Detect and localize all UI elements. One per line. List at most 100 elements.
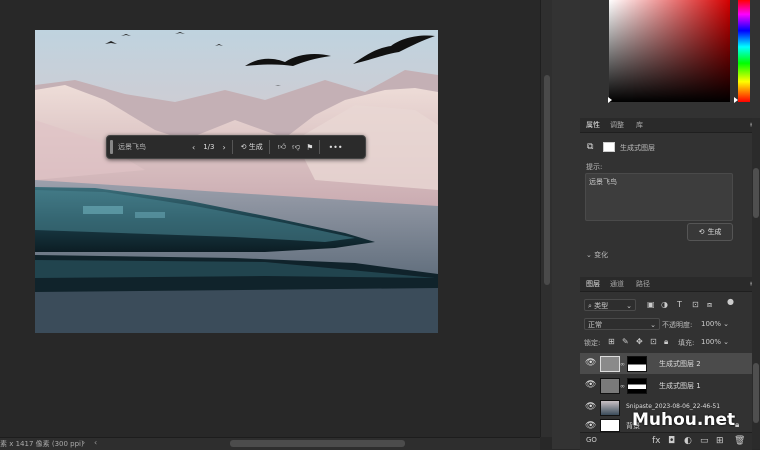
divider [268,140,270,154]
variations-toggle[interactable]: ⌄ 变化 [586,250,608,260]
thumbs-down-icon[interactable]: 👎︎ [292,142,300,152]
tab-channels[interactable]: 通道 [610,279,624,289]
drag-handle[interactable] [110,140,113,154]
add-style-icon[interactable]: fx [652,436,661,446]
tab-layers[interactable]: 图层 [586,279,600,289]
tab-properties[interactable]: 属性 [586,120,600,130]
generate-button[interactable]: ⟲ 生成 [241,142,263,152]
lock-transparent-icon[interactable]: ⊞ [608,337,615,346]
eye-icon[interactable]: 👁︎ [585,402,596,412]
layer-row[interactable]: 👁︎ ∞ 生成式图层 1 [580,375,752,396]
trash-icon[interactable]: 🗑︎ [734,436,745,446]
chevron-down-icon: ⌄ [626,302,632,310]
layer-name: Snipaste_2023-08-06_22-46-51 [626,403,721,410]
layer-thumbnail [600,400,620,416]
panel-dock-strip [552,0,580,449]
generate-icon: ⟲ [240,143,247,151]
chevron-right-icon[interactable]: › [222,143,225,152]
new-group-icon[interactable]: ▭ [700,436,709,446]
blend-mode-select[interactable]: 正常 ⌄ [584,318,660,330]
horizontal-scrollbar-thumb[interactable] [230,440,405,447]
right-panel: 属性 调整 库 ≡ ⧉ 生成式图层 提示: 远景飞鸟 ⟲ 生成 ⌄ 变化 图层 … [580,0,760,450]
link-icon: ∞ [620,383,625,390]
eye-icon[interactable]: 👁︎ [585,358,596,368]
add-mask-icon[interactable]: ◘ [668,436,675,446]
opacity-value: 100% [701,320,722,328]
layer-mask-thumbnail [627,378,647,394]
tab-paths[interactable]: 路径 [636,279,650,289]
layer-row[interactable]: 👁︎ ∞ 生成式图层 2 [580,353,752,374]
tab-adjustments[interactable]: 调整 [610,120,624,130]
prompt-label: 提示: [586,163,603,171]
layer-name: 生成式图层 2 [659,360,701,368]
fill-field[interactable]: 100% ⌄ [698,336,732,348]
search-icon: ⌕ [588,302,592,310]
divider [319,140,321,154]
link-icon: ∞ [620,361,625,368]
adjustment-filter-icon[interactable]: ◑ [661,300,668,309]
eye-icon[interactable]: 👁︎ [585,421,596,431]
more-icon[interactable]: ••• [328,143,342,152]
lock-all-icon[interactable]: 🔒︎ [664,337,668,347]
opacity-field[interactable]: 100% ⌄ [698,318,732,330]
flag-icon[interactable]: ⚑ [306,143,313,152]
panel-scrollbar[interactable] [752,118,760,449]
layer-thumbnail [600,356,620,372]
image-filter-icon[interactable]: ▣ [647,300,655,309]
chevron-down-icon: ⌄ [650,321,656,329]
lock-position-icon[interactable]: ✥ [636,337,643,346]
layer-thumbnail [600,419,620,432]
document-size-info: 素 x 1417 像素 (300 ppi) [0,440,84,448]
lock-label: 锁定: [584,339,601,347]
generate-button-label: 生成 [248,143,263,151]
color-picker-field[interactable] [609,0,730,102]
layer-filter-select[interactable]: ⌕ 类型 ⌄ [584,299,636,311]
fill-label: 填充: [678,339,695,347]
hue-marker-icon [734,97,738,103]
mask-icon [603,142,615,152]
layers-footer: GO fx ◘ ◐ ▭ ⊞ 🗑︎ [580,432,752,450]
chevron-down-icon: ⌄ [723,338,729,346]
lock-artboard-icon[interactable]: ⊡ [650,337,657,346]
chevron-down-icon: ⌄ [723,320,729,328]
chevron-left-icon[interactable]: ‹ [192,143,195,152]
generative-toolbar: 远景飞鸟 ‹ 1/3 › ⟲ 生成 👍︎ 👎︎ ⚑ ••• [106,135,366,159]
eye-icon[interactable]: 👁︎ [585,380,596,390]
generate-icon: ⟲ [698,228,705,236]
layer-name: 生成式图层 1 [659,382,701,390]
lock-pixels-icon[interactable]: ✎ [622,337,629,346]
filter-toggle-icon[interactable]: ● [727,297,734,306]
chevron-right-icon[interactable]: › [82,438,85,447]
layer-type-icon: ⧉ [587,142,594,152]
lock-icon: 🔒︎ [735,420,740,429]
layer-mask-thumbnail [627,356,647,372]
scrollbar-thumb[interactable] [753,363,759,423]
link-layers-icon[interactable]: GO [586,436,597,444]
color-marker-icon [608,97,612,103]
watermark: Muhou.net [632,410,736,430]
shape-filter-icon[interactable]: ⊡ [692,300,699,309]
new-layer-icon[interactable]: ⊞ [716,436,724,446]
filter-type-value: 类型 [594,302,609,310]
blend-mode-value: 正常 [588,321,602,329]
document-image[interactable] [35,30,438,333]
scrollbar-thumb[interactable] [544,75,550,285]
variations-label: 变化 [594,251,609,259]
status-bar: 素 x 1417 像素 (300 ppi) › ‹ [0,437,540,450]
prompt-textarea[interactable]: 远景飞鸟 [585,173,733,221]
divider [231,140,233,154]
generate-button-panel[interactable]: ⟲ 生成 [687,223,733,241]
chevron-left-icon[interactable]: ‹ [94,438,97,447]
adjustment-layer-icon[interactable]: ◐ [684,436,692,446]
tab-libraries[interactable]: 库 [636,120,643,130]
generate-label: 生成 [707,228,722,236]
hue-slider[interactable] [738,0,750,102]
scrollbar-thumb[interactable] [753,168,759,218]
smart-object-filter-icon[interactable]: ⧈ [707,300,712,310]
prompt-input[interactable]: 远景飞鸟 [118,142,182,152]
properties-tabbar: 属性 调整 库 ≡ [580,118,760,133]
type-filter-icon[interactable]: T [677,300,682,309]
layer-type-label: 生成式图层 [620,144,655,152]
thumbs-up-icon[interactable]: 👍︎ [278,142,286,152]
prompt-text: 远景飞鸟 [589,178,617,186]
